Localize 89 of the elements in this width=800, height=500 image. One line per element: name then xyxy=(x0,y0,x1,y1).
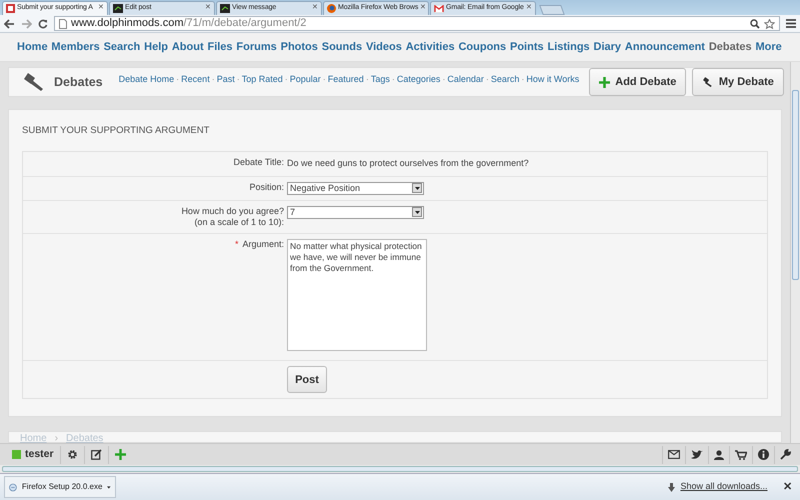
page-icon xyxy=(59,18,67,28)
site-icon xyxy=(6,4,15,13)
select-field[interactable]: 7 xyxy=(287,206,424,219)
nav-link[interactable]: More xyxy=(755,38,782,56)
nav-link[interactable]: Diary xyxy=(594,38,622,56)
reload-icon[interactable] xyxy=(38,18,48,28)
bird-icon[interactable] xyxy=(691,450,703,460)
zoom-icon[interactable] xyxy=(750,18,760,28)
nav-link[interactable]: Sounds xyxy=(322,38,362,56)
link-separator: · xyxy=(322,73,326,86)
nav-link[interactable]: About xyxy=(172,38,204,56)
url-text: www.dolphinmods.com/71/m/debate/argument/2 xyxy=(71,16,308,32)
debate-button[interactable]: Add Debate xyxy=(589,68,686,96)
menu-icon[interactable] xyxy=(786,19,796,28)
mail-icon[interactable] xyxy=(668,450,680,459)
subnav-link[interactable]: Calendar xyxy=(447,73,484,87)
wrench-icon[interactable] xyxy=(780,449,791,460)
link-separator: · xyxy=(176,73,180,86)
download-item[interactable]: Firefox Setup 20.0.exe xyxy=(4,476,116,498)
caret-icon[interactable] xyxy=(107,486,111,488)
link-separator: · xyxy=(284,73,288,86)
add-icon xyxy=(599,76,610,88)
field-label: Debate Title: xyxy=(233,157,284,168)
nav-link[interactable]: Points xyxy=(510,38,544,56)
mail-icon xyxy=(434,4,444,12)
link-separator: · xyxy=(521,73,524,86)
argument-field[interactable]: No matter what physical protection we have, we will never be immune from the Government. xyxy=(287,238,427,351)
subnav-link[interactable]: Top Rated xyxy=(242,73,283,87)
settings-icon[interactable] xyxy=(66,449,78,460)
edit-icon[interactable] xyxy=(90,449,102,460)
address-bar[interactable]: www.dolphinmods.com/71/m/debate/argument/2 xyxy=(54,16,780,31)
download-arrow-icon xyxy=(668,482,675,492)
required-mark: * xyxy=(234,238,238,249)
subnav-link[interactable]: Popular xyxy=(290,73,321,87)
status-square xyxy=(12,450,21,459)
field-label: Argument: xyxy=(242,238,284,249)
browser-logo-icon xyxy=(327,4,336,13)
nav-link[interactable]: Search xyxy=(104,38,140,56)
site-icon xyxy=(113,4,123,13)
gavel-icon xyxy=(702,76,714,88)
nav-link[interactable]: Files xyxy=(207,38,233,56)
form-heading: SUBMIT YOUR SUPPORTING ARGUMENT xyxy=(22,124,210,138)
subnav-link[interactable]: Past xyxy=(216,73,235,87)
select-field[interactable]: Negative Position xyxy=(287,182,424,195)
subnav-link[interactable]: Tags xyxy=(370,73,390,87)
subnav-link[interactable]: Recent xyxy=(181,73,210,87)
section-title: Debates xyxy=(54,74,103,91)
nav-link[interactable]: Videos xyxy=(366,38,402,56)
post-button[interactable]: Post xyxy=(287,366,327,394)
nav-link[interactable]: Members xyxy=(51,38,100,56)
show-all-downloads-link[interactable]: Show all downloads... xyxy=(680,480,768,494)
subnav-link[interactable]: How it Works xyxy=(526,73,580,87)
close-button[interactable]: ✕ xyxy=(783,478,792,496)
nav-link[interactable]: Listings xyxy=(547,38,590,56)
link-separator: · xyxy=(236,73,240,86)
nav-link[interactable]: Activities xyxy=(406,38,455,56)
star-icon[interactable] xyxy=(764,18,775,28)
info-icon[interactable] xyxy=(758,449,769,460)
subnav-link[interactable]: Categories xyxy=(396,73,440,87)
horizontal-scrollbar[interactable] xyxy=(0,465,800,473)
nav-link[interactable]: Coupons xyxy=(458,38,506,56)
link-separator: · xyxy=(486,73,489,86)
nav-link[interactable]: Help xyxy=(144,38,168,56)
breadcrumb-separator: › xyxy=(54,432,58,443)
field-label: Position: xyxy=(249,182,284,192)
cart-icon[interactable] xyxy=(735,450,747,460)
user-icon[interactable] xyxy=(714,450,724,460)
nav-link[interactable]: Announcement xyxy=(624,38,705,56)
site-icon xyxy=(220,4,230,13)
installer-icon xyxy=(9,482,17,492)
back-icon[interactable] xyxy=(4,18,15,28)
field-label: How much do you agree? xyxy=(181,206,284,216)
link-separator: · xyxy=(366,73,369,86)
nav-link[interactable]: Home xyxy=(17,38,48,56)
subnav-link[interactable]: Search xyxy=(490,73,520,87)
debate-button[interactable]: My Debate xyxy=(692,68,784,96)
link-separator: · xyxy=(212,73,215,86)
gavel-icon xyxy=(22,72,44,92)
field-value: Do we need guns to protect ourselves from the government? xyxy=(287,158,529,168)
subnav-link[interactable]: Debate Home xyxy=(118,73,174,87)
nav-link[interactable]: Forums xyxy=(236,38,277,56)
username[interactable]: tester xyxy=(25,446,54,462)
link-separator: · xyxy=(392,73,395,86)
field-hint: (on a scale of 1 to 10): xyxy=(193,216,284,228)
link-separator: · xyxy=(442,73,446,86)
nav-link[interactable]: Debates xyxy=(708,38,752,56)
vertical-scrollbar[interactable] xyxy=(790,62,800,443)
subnav-link[interactable]: Featured xyxy=(328,73,364,87)
nav-link[interactable]: Photos xyxy=(280,38,318,56)
